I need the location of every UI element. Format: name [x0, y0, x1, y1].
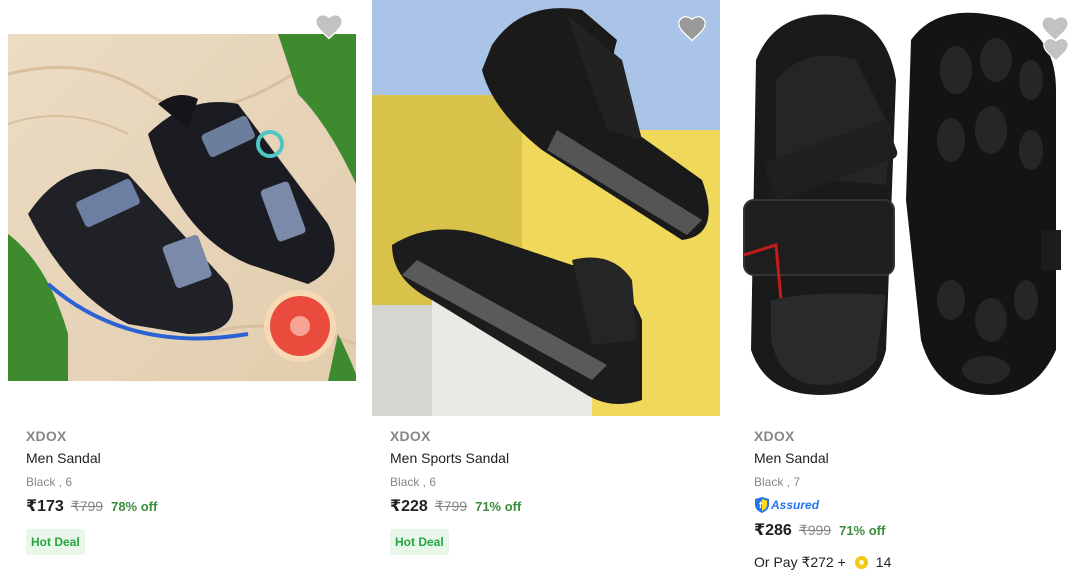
product-mrp: ₹999	[798, 522, 832, 538]
product-variant: Black , 6	[26, 475, 73, 489]
supercoin-offer: Or Pay ₹272 + 14	[754, 552, 1082, 572]
product-title[interactable]: Men Sandal	[754, 447, 1082, 469]
hot-deal-badge: Hot Deal	[26, 529, 85, 555]
coin-count: 14	[875, 554, 892, 570]
product-discount: 71% off	[839, 523, 886, 538]
product-price: ₹286	[754, 522, 792, 539]
assured-text: Assured	[770, 498, 820, 512]
product-variant: Black , 7	[754, 475, 801, 489]
product-discount: 71% off	[475, 499, 522, 514]
product-image[interactable]	[8, 34, 356, 381]
product-image[interactable]	[736, 0, 1082, 405]
product-mrp: ₹799	[434, 498, 468, 514]
product-card[interactable]: XDOX Men Sandal Black , 7 f Assured ₹286…	[736, 0, 1082, 584]
product-title[interactable]: Men Sandal	[26, 447, 356, 469]
wishlist-heart-icon[interactable]	[1042, 36, 1070, 62]
product-title[interactable]: Men Sports Sandal	[390, 447, 720, 469]
product-brand: XDOX	[390, 428, 431, 444]
wishlist-heart-icon[interactable]	[677, 14, 707, 42]
wishlist-heart-icon[interactable]	[314, 12, 344, 40]
supercoin-icon	[854, 555, 868, 569]
product-card[interactable]: XDOX Men Sandal Black , 6 ₹173 ₹799 78% …	[8, 0, 356, 584]
hot-deal-badge: Hot Deal	[390, 529, 449, 555]
assured-badge: f Assured	[754, 494, 1082, 516]
product-mrp: ₹799	[70, 498, 104, 514]
pay-with-coins-text: Or Pay ₹272 +	[754, 553, 846, 570]
product-variant: Black , 6	[390, 475, 437, 489]
product-image[interactable]	[372, 0, 720, 416]
product-brand: XDOX	[754, 428, 795, 444]
product-price: ₹173	[26, 498, 64, 515]
product-discount: 78% off	[111, 499, 158, 514]
product-brand: XDOX	[26, 428, 67, 444]
product-card[interactable]: XDOX Men Sports Sandal Black , 6 ₹228 ₹7…	[372, 0, 720, 584]
product-price: ₹228	[390, 498, 428, 515]
